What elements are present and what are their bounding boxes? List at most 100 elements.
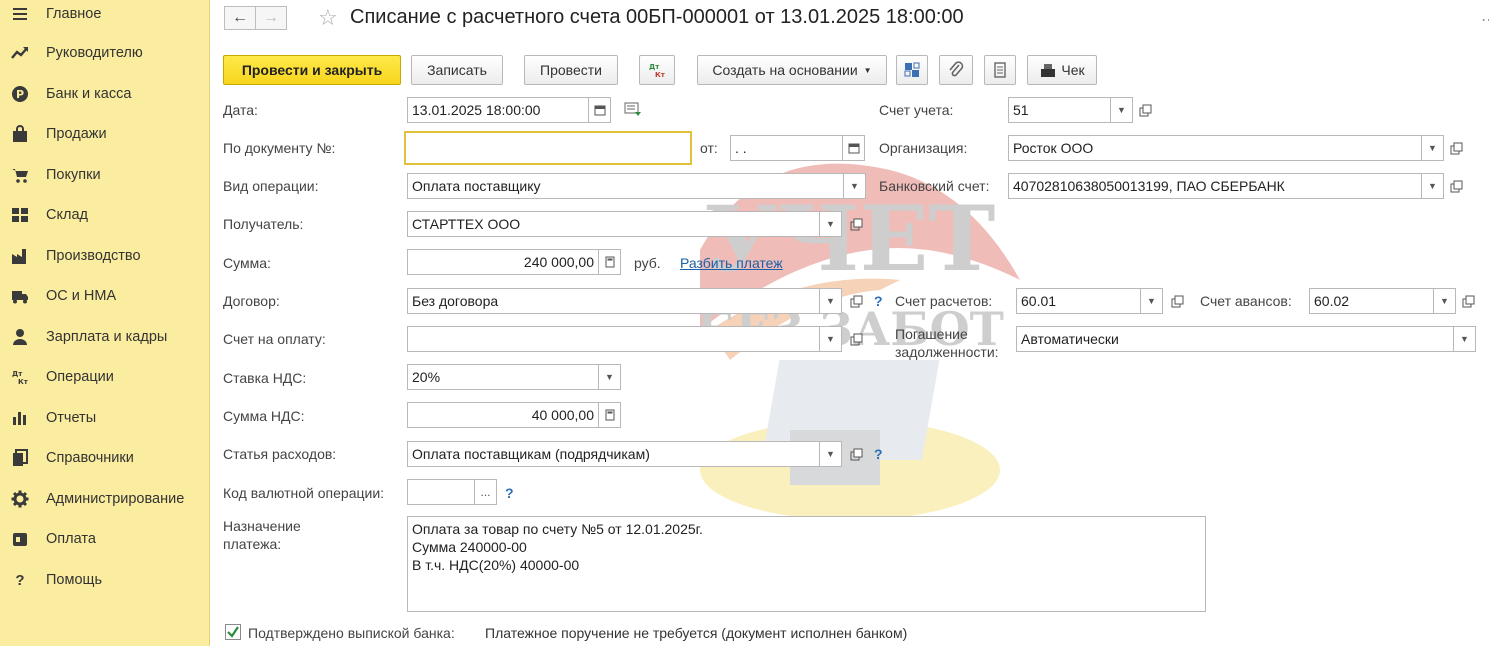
sidebar: Главное Руководителю P Банк и касса Прод… <box>0 0 210 646</box>
sidebar-item-bank[interactable]: P Банк и касса <box>0 76 210 112</box>
attach-button[interactable] <box>939 55 973 85</box>
sidebar-item-operations[interactable]: Дт Кт Операции <box>0 359 210 395</box>
sidebar-item-purchases[interactable]: Покупки <box>0 157 210 193</box>
operation-type-select[interactable]: Оплата поставщику <box>407 173 844 199</box>
advance-account-field[interactable]: 60.02 <box>1309 288 1434 314</box>
calendar-button[interactable] <box>589 97 611 123</box>
advance-account-label: Счет авансов: <box>1200 293 1292 309</box>
create-based-on-button[interactable]: Создать на основании ▼ <box>697 55 887 85</box>
doc-date-calendar-button[interactable] <box>843 135 865 161</box>
organization-open-button[interactable] <box>1444 135 1468 161</box>
recipient-open-button[interactable] <box>844 211 868 237</box>
sidebar-item-production[interactable]: Производство <box>0 238 210 274</box>
expense-item-field[interactable]: Оплата поставщикам (подрядчикам) <box>407 441 820 467</box>
expense-item-dropdown-button[interactable]: ▼ <box>820 441 842 467</box>
payment-purpose-textarea[interactable]: Оплата за товар по счету №5 от 12.01.202… <box>407 516 1206 612</box>
sidebar-item-main[interactable]: Главное <box>0 0 210 32</box>
chevron-down-icon: ▼ <box>1460 334 1469 344</box>
sidebar-item-help[interactable]: ? Помощь <box>0 562 210 598</box>
svg-text:Дт: Дт <box>649 63 660 71</box>
more-icon[interactable]: ⋯ <box>1481 10 1489 30</box>
create-based-on-label: Создать на основании <box>712 62 858 78</box>
receipt-button[interactable]: Чек <box>1027 55 1097 85</box>
sidebar-item-admin[interactable]: Администрирование <box>0 481 210 517</box>
currency-label: руб. <box>634 255 661 271</box>
vat-amount-field[interactable]: 40 000,00 <box>407 402 599 428</box>
sidebar-item-references[interactable]: Справочники <box>0 440 210 476</box>
operation-type-dropdown-button[interactable]: ▼ <box>844 173 866 199</box>
debt-repayment-select[interactable]: Автоматически <box>1016 326 1454 352</box>
print-list-button[interactable] <box>984 55 1016 85</box>
sidebar-item-warehouse[interactable]: Склад <box>0 197 210 233</box>
expense-item-open-button[interactable] <box>844 441 868 467</box>
bank-account-field[interactable]: 40702810638050013199, ПАО СБЕРБАНК <box>1008 173 1422 199</box>
advance-account-open-button[interactable] <box>1456 288 1480 314</box>
settlement-account-dropdown-button[interactable]: ▼ <box>1141 288 1163 314</box>
sidebar-item-label: Администрирование <box>46 491 185 507</box>
organization-dropdown-button[interactable]: ▼ <box>1422 135 1444 161</box>
settlement-account-open-button[interactable] <box>1165 288 1189 314</box>
post-and-close-button[interactable]: Провести и закрыть <box>223 55 401 85</box>
sidebar-item-director[interactable]: Руководителю <box>0 35 210 71</box>
contract-field[interactable]: Без договора <box>407 288 820 314</box>
invoice-field[interactable] <box>407 326 820 352</box>
person-icon <box>10 327 30 347</box>
books-icon <box>10 448 30 468</box>
amount-field[interactable]: 240 000,00 <box>407 249 599 275</box>
bank-account-dropdown-button[interactable]: ▼ <box>1422 173 1444 199</box>
currency-operation-select-button[interactable]: ... <box>475 479 497 505</box>
settlement-account-field[interactable]: 60.01 <box>1016 288 1141 314</box>
invoice-dropdown-button[interactable]: ▼ <box>820 326 842 352</box>
bank-account-label: Банковский счет: <box>879 178 990 194</box>
debit-credit-icon: ДтКт <box>649 63 666 79</box>
structure-button[interactable] <box>896 55 928 85</box>
receipt-label: Чек <box>1061 62 1085 78</box>
account-open-button[interactable] <box>1133 97 1157 123</box>
sidebar-item-assets[interactable]: ОС и НМА <box>0 278 210 314</box>
debt-repayment-dropdown-button[interactable]: ▼ <box>1454 326 1476 352</box>
account-dropdown-button[interactable]: ▼ <box>1111 97 1133 123</box>
payment-order-note: Платежное поручение не требуется (докуме… <box>485 625 908 641</box>
sidebar-item-sales[interactable]: Продажи <box>0 116 210 152</box>
vat-rate-select[interactable]: 20% <box>407 364 599 390</box>
recipient-dropdown-button[interactable]: ▼ <box>820 211 842 237</box>
post-button[interactable]: Провести <box>524 55 618 85</box>
doc-number-label: По документу №: <box>223 140 336 156</box>
chevron-down-icon: ▼ <box>1147 296 1156 306</box>
vat-amount-calculator-button[interactable] <box>599 402 621 428</box>
settlement-help-icon[interactable]: ? <box>874 293 883 309</box>
svg-text:Кт: Кт <box>18 378 29 386</box>
date-field[interactable]: 13.01.2025 18:00:00 <box>407 97 589 123</box>
advance-account-dropdown-button[interactable]: ▼ <box>1434 288 1456 314</box>
sidebar-item-salary[interactable]: Зарплата и кадры <box>0 319 210 355</box>
record-status-icon[interactable] <box>624 100 642 121</box>
contract-dropdown-button[interactable]: ▼ <box>820 288 842 314</box>
save-button[interactable]: Записать <box>411 55 503 85</box>
invoice-open-button[interactable] <box>844 326 868 352</box>
split-payment-link[interactable]: Разбить платеж <box>680 255 783 271</box>
expense-help-icon[interactable]: ? <box>874 446 883 462</box>
vat-rate-dropdown-button[interactable]: ▼ <box>599 364 621 390</box>
forward-button[interactable]: → <box>255 6 287 30</box>
sidebar-item-reports[interactable]: Отчеты <box>0 400 210 436</box>
organization-field[interactable]: Росток ООО <box>1008 135 1422 161</box>
back-button[interactable]: ← <box>224 6 256 30</box>
recipient-field[interactable]: СТАРТТЕХ ООО <box>407 211 820 237</box>
amount-calculator-button[interactable] <box>599 249 621 275</box>
favorite-star-icon[interactable]: ☆ <box>318 5 338 31</box>
currency-operation-field[interactable] <box>407 479 475 505</box>
paperclip-icon <box>949 61 964 77</box>
account-field[interactable]: 51 <box>1008 97 1111 123</box>
sidebar-item-payment[interactable]: Оплата <box>0 521 210 557</box>
doc-number-field[interactable] <box>404 131 692 165</box>
open-link-icon <box>850 448 862 460</box>
sidebar-item-label: Помощь <box>46 572 103 588</box>
doc-date-label: от: <box>700 140 718 156</box>
currency-operation-help-icon[interactable]: ? <box>505 485 514 501</box>
open-link-icon <box>1139 104 1151 116</box>
contract-open-button[interactable] <box>844 288 868 314</box>
bank-confirmed-checkbox[interactable] <box>225 624 241 640</box>
dt-kt-button[interactable]: Дт Кт <box>639 55 675 85</box>
bank-account-open-button[interactable] <box>1444 173 1468 199</box>
doc-date-field[interactable]: . . <box>730 135 843 161</box>
